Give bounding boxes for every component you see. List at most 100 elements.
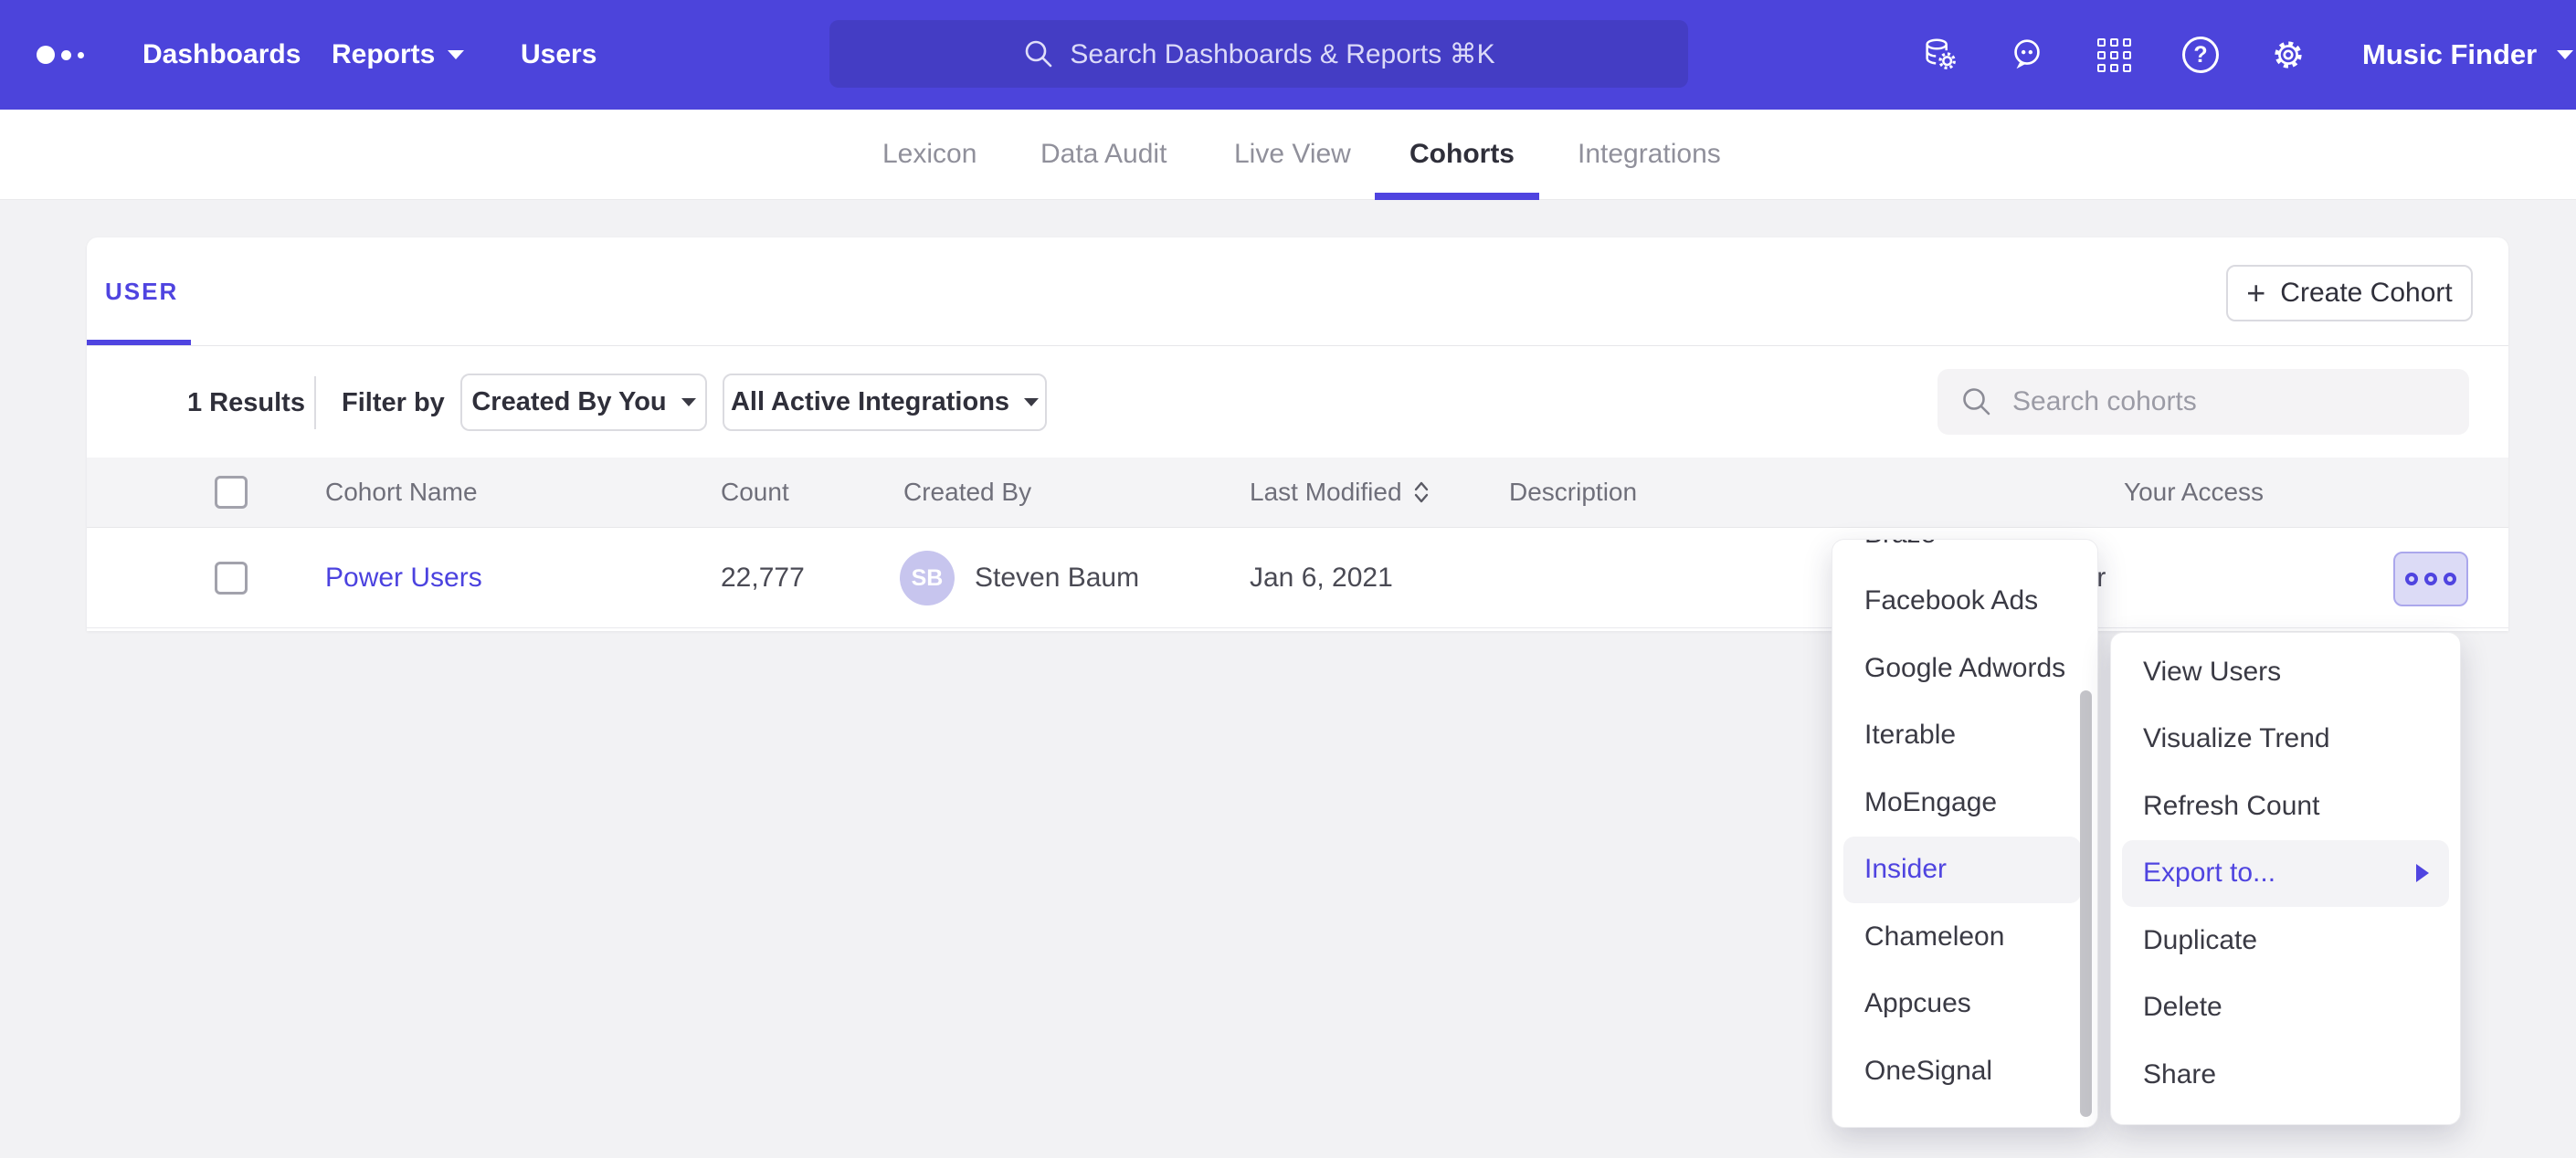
search-icon bbox=[1959, 384, 1994, 419]
cohorts-page: Dashboards Reports Users Search Dashboar… bbox=[0, 0, 2576, 1158]
database-gear-glyph bbox=[1920, 34, 1960, 76]
menu-item-delete[interactable]: Delete bbox=[2111, 974, 2449, 1042]
integrations-filter-value: All Active Integrations bbox=[731, 387, 1009, 417]
ellipsis-dot-icon bbox=[2405, 573, 2418, 585]
nav-item-label: Users bbox=[521, 39, 596, 70]
tab-lexicon[interactable]: Lexicon bbox=[882, 110, 977, 199]
cohorts-card: USER + Create Cohort 1 Results Filter by… bbox=[87, 237, 2508, 631]
row-checkbox[interactable] bbox=[215, 562, 248, 595]
filter-by-label: Filter by bbox=[342, 388, 445, 418]
question-mark-char: ? bbox=[2193, 42, 2207, 68]
data-management-icon[interactable] bbox=[1920, 35, 1960, 75]
created-by-filter-dropdown[interactable]: Created By You bbox=[460, 374, 707, 431]
created-by-name: Steven Baum bbox=[975, 563, 1139, 594]
cohort-search-input[interactable] bbox=[2012, 386, 2451, 417]
tab-integrations[interactable]: Integrations bbox=[1578, 110, 1721, 199]
ellipsis-dot-icon bbox=[2444, 573, 2456, 585]
messages-icon[interactable] bbox=[2007, 35, 2047, 75]
header-last-modified[interactable]: Last Modified bbox=[1250, 458, 1431, 527]
active-tab-underline bbox=[1375, 193, 1539, 200]
tab-live-view[interactable]: Live View bbox=[1234, 110, 1351, 199]
header-count[interactable]: Count bbox=[721, 458, 789, 527]
nav-item-dashboards[interactable]: Dashboards bbox=[143, 0, 301, 110]
menu-item-view-users[interactable]: View Users bbox=[2111, 638, 2449, 706]
avatar: SB bbox=[900, 551, 955, 605]
plus-icon: + bbox=[2246, 277, 2265, 310]
tab-label: Live View bbox=[1234, 139, 1351, 170]
nav-item-label: Reports bbox=[332, 39, 435, 70]
tab-label: Lexicon bbox=[882, 139, 977, 170]
chevron-down-icon bbox=[448, 50, 464, 59]
nav-item-reports[interactable]: Reports bbox=[332, 0, 464, 110]
menu-item-label: Export to... bbox=[2143, 858, 2275, 889]
cohort-type-tab-user[interactable]: USER bbox=[105, 278, 178, 306]
global-search-bar[interactable]: Search Dashboards & Reports ⌘K bbox=[829, 20, 1688, 88]
menu-item-appcues[interactable]: Appcues bbox=[1832, 971, 2070, 1038]
table-header-row: Cohort Name Count Created By Last Modifi… bbox=[87, 458, 2508, 528]
tab-cohorts[interactable]: Cohorts bbox=[1409, 110, 1515, 199]
count-cell: 22,777 bbox=[721, 528, 805, 628]
sort-icon bbox=[1411, 479, 1431, 506]
menu-item-moengage[interactable]: MoEngage bbox=[1832, 769, 2070, 837]
chevron-down-icon bbox=[1024, 398, 1039, 406]
chevron-down-icon bbox=[681, 398, 696, 406]
nav-item-users[interactable]: Users bbox=[521, 0, 596, 110]
top-nav: Dashboards Reports Users Search Dashboar… bbox=[0, 0, 2576, 110]
cohort-name-cell: Power Users bbox=[325, 528, 482, 628]
header-cohort-name[interactable]: Cohort Name bbox=[325, 458, 478, 527]
scrollbar-thumb[interactable] bbox=[2080, 690, 2092, 1117]
create-cohort-button[interactable]: + Create Cohort bbox=[2226, 265, 2473, 321]
help-icon[interactable]: ? bbox=[2180, 35, 2221, 75]
created-by-filter-value: Created By You bbox=[471, 387, 666, 417]
header-label: Last Modified bbox=[1250, 478, 1402, 507]
apps-grid-icon[interactable] bbox=[2094, 35, 2134, 75]
chevron-down-icon bbox=[2557, 50, 2573, 59]
header-your-access[interactable]: Your Access bbox=[2124, 458, 2264, 527]
menu-item-chameleon[interactable]: Chameleon bbox=[1832, 903, 2070, 971]
project-selector[interactable]: Music Finder bbox=[2362, 0, 2573, 110]
menu-item-visualize-trend[interactable]: Visualize Trend bbox=[2111, 706, 2449, 774]
logo-dot-large bbox=[37, 46, 55, 64]
menu-item-braze[interactable]: Braze bbox=[1832, 539, 2070, 568]
export-targets-menu: Braze Facebook Ads Google Adwords Iterab… bbox=[1832, 539, 2098, 1128]
search-icon bbox=[1022, 37, 1055, 70]
gear-glyph bbox=[2268, 34, 2308, 76]
global-search-placeholder: Search Dashboards & Reports ⌘K bbox=[1070, 38, 1494, 70]
menu-item-google-adwords[interactable]: Google Adwords bbox=[1832, 635, 2070, 702]
section-tab-bar: Lexicon Data Audit Live View Cohorts Int… bbox=[0, 110, 2576, 200]
tab-label: Data Audit bbox=[1040, 139, 1167, 170]
project-name: Music Finder bbox=[2362, 38, 2537, 71]
cohort-actions-menu: View Users Visualize Trend Refresh Count… bbox=[2110, 632, 2461, 1125]
header-description[interactable]: Description bbox=[1509, 458, 1637, 527]
row-actions-button[interactable] bbox=[2393, 552, 2468, 606]
chat-bubble-glyph bbox=[2007, 34, 2047, 76]
table-row: Power Users 22,777 SB Steven Baum Jan 6,… bbox=[87, 528, 2508, 628]
select-all-checkbox[interactable] bbox=[215, 476, 248, 509]
menu-item-duplicate[interactable]: Duplicate bbox=[2111, 907, 2449, 974]
ellipsis-dot-icon bbox=[2424, 573, 2437, 585]
divider bbox=[87, 345, 2508, 346]
cohort-search-box[interactable] bbox=[1937, 369, 2469, 435]
tab-label: Integrations bbox=[1578, 139, 1721, 170]
menu-item-export-to[interactable]: Export to... bbox=[2122, 840, 2449, 908]
cohort-name-link[interactable]: Power Users bbox=[325, 563, 482, 594]
grid-glyph bbox=[2097, 38, 2131, 72]
header-created-by[interactable]: Created By bbox=[903, 458, 1031, 527]
question-mark-glyph: ? bbox=[2182, 37, 2219, 73]
row-checkbox-cell bbox=[215, 528, 248, 628]
menu-item-facebook-ads[interactable]: Facebook Ads bbox=[1832, 568, 2070, 636]
menu-item-share[interactable]: Share bbox=[2111, 1041, 2449, 1109]
submenu-arrow-icon bbox=[2416, 864, 2429, 882]
create-cohort-label: Create Cohort bbox=[2280, 278, 2452, 309]
nav-item-label: Dashboards bbox=[143, 39, 301, 70]
integrations-filter-dropdown[interactable]: All Active Integrations bbox=[723, 374, 1047, 431]
logo-dot-small bbox=[78, 52, 84, 58]
last-modified-cell: Jan 6, 2021 bbox=[1250, 528, 1393, 628]
mixpanel-logo-icon[interactable] bbox=[37, 0, 84, 110]
menu-item-iterable[interactable]: Iterable bbox=[1832, 702, 2070, 770]
settings-gear-icon[interactable] bbox=[2268, 35, 2308, 75]
menu-item-refresh-count[interactable]: Refresh Count bbox=[2111, 773, 2449, 840]
menu-item-insider[interactable]: Insider bbox=[1843, 837, 2081, 904]
tab-data-audit[interactable]: Data Audit bbox=[1040, 110, 1167, 199]
menu-item-onesignal[interactable]: OneSignal bbox=[1832, 1037, 2070, 1105]
